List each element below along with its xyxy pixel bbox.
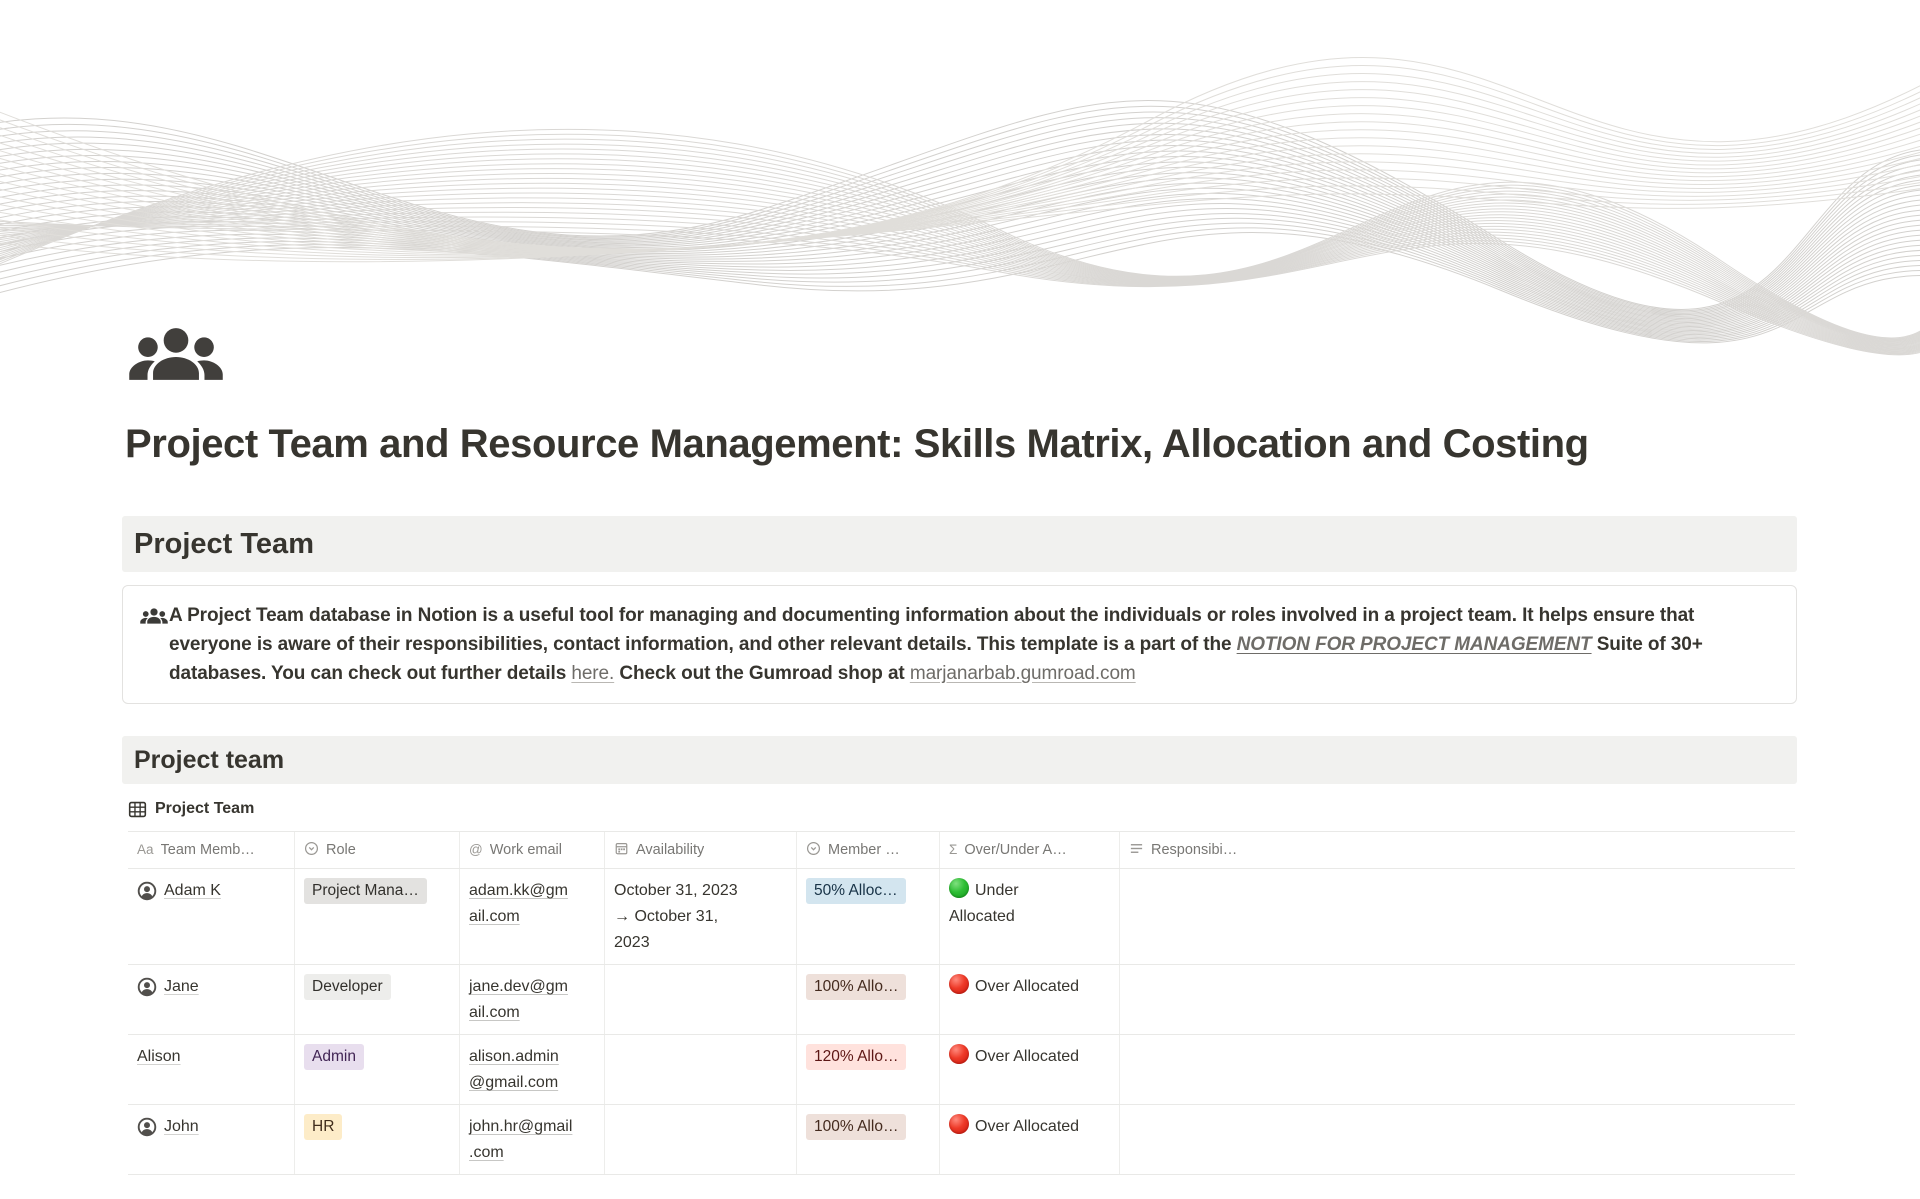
status-label: Over Allocated xyxy=(975,978,1079,995)
cell-availability[interactable] xyxy=(605,1035,797,1104)
person-icon xyxy=(137,977,157,997)
cell-allocation[interactable]: 120% Allo… xyxy=(797,1035,940,1104)
cell-email[interactable]: alison.admin @gmail.com xyxy=(460,1035,605,1104)
table-row: Jane Developer jane.dev@gm ail.com 100% All… xyxy=(128,965,1795,1035)
cell-email[interactable]: john.hr@gmail .com xyxy=(460,1105,605,1174)
cell-responsibilities[interactable] xyxy=(1120,965,1795,1034)
cell-status[interactable]: Over Allocated xyxy=(940,1105,1120,1174)
cell-status[interactable]: Over Allocated xyxy=(940,1035,1120,1104)
callout-text-3: Check out the Gumroad shop at xyxy=(614,663,910,684)
status-label: Over Allocated xyxy=(975,1048,1079,1065)
cell-member[interactable]: Jane xyxy=(128,965,295,1034)
column-header-status[interactable]: Σ Over/Under A… xyxy=(940,832,1120,868)
cell-member[interactable]: John xyxy=(128,1105,295,1174)
cell-responsibilities[interactable] xyxy=(1120,869,1795,964)
column-header-member[interactable]: Aa Team Memb… xyxy=(128,832,295,868)
table-icon xyxy=(128,800,147,819)
cell-availability[interactable]: October 31, 2023 → October 31, 2023 xyxy=(605,869,797,964)
member-name: Jane xyxy=(164,974,199,1000)
cell-role[interactable]: Project Mana… xyxy=(295,869,460,964)
column-label: Over/Under A… xyxy=(964,842,1066,858)
member-name: John xyxy=(164,1114,199,1140)
cell-allocation[interactable]: 50% Alloc… xyxy=(797,869,940,964)
cell-member[interactable]: Alison xyxy=(128,1035,295,1104)
green-circle-icon xyxy=(949,878,969,898)
red-circle-icon xyxy=(949,1114,969,1134)
cell-role[interactable]: Developer xyxy=(295,965,460,1034)
column-header-role[interactable]: Role xyxy=(295,832,460,868)
email-link[interactable]: adam.kk@gm ail.com xyxy=(469,882,568,925)
column-label: Role xyxy=(326,842,356,858)
role-tag: Developer xyxy=(304,974,391,1000)
role-tag: Project Mana… xyxy=(304,878,427,904)
email-link[interactable]: john.hr@gmail .com xyxy=(469,1118,572,1161)
table-body: Adam K Project Mana… adam.kk@gm ail.com Oct… xyxy=(128,869,1795,1175)
red-circle-icon xyxy=(949,1044,969,1064)
person-icon xyxy=(137,881,157,901)
cell-responsibilities[interactable] xyxy=(1120,1105,1795,1174)
email-icon: @ xyxy=(469,842,483,858)
database-view-title[interactable]: Project Team xyxy=(122,794,1797,824)
table-header-row: Aa Team Memb… Role @ Work email Availability M… xyxy=(128,831,1795,869)
role-tag: Admin xyxy=(304,1044,364,1070)
allocation-tag: 50% Alloc… xyxy=(806,878,906,904)
member-name: Alison xyxy=(137,1044,181,1070)
people-group-icon[interactable] xyxy=(125,320,227,388)
member-name: Adam K xyxy=(164,878,221,904)
column-header-allocation[interactable]: Member … xyxy=(797,832,940,868)
cell-responsibilities[interactable] xyxy=(1120,1035,1795,1104)
availability-dates: October 31, 2023 → October 31, 2023 xyxy=(614,882,738,951)
select-icon xyxy=(304,841,319,860)
wave-pattern xyxy=(0,0,1920,362)
email-link[interactable]: alison.admin @gmail.com xyxy=(469,1048,559,1091)
section-heading-project-team-lower[interactable]: Project team xyxy=(122,736,1797,784)
table-row: Alison Admin alison.admin @gmail.com 120% A… xyxy=(128,1035,1795,1105)
table-row: Adam K Project Mana… adam.kk@gm ail.com Oct… xyxy=(128,869,1795,965)
link-notion-for-project-management[interactable]: NOTION FOR PROJECT MANAGEMENT xyxy=(1237,634,1592,655)
person-icon xyxy=(137,1117,157,1137)
formula-icon: Σ xyxy=(949,842,957,858)
database-view-title-label: Project Team xyxy=(155,800,254,818)
cell-availability[interactable] xyxy=(605,1105,797,1174)
red-circle-icon xyxy=(949,974,969,994)
select-icon xyxy=(806,841,821,860)
link-here[interactable]: here. xyxy=(571,663,614,684)
cover-image xyxy=(0,0,1920,362)
role-tag: HR xyxy=(304,1114,342,1140)
email-link[interactable]: jane.dev@gm ail.com xyxy=(469,978,568,1021)
allocation-tag: 100% Allo… xyxy=(806,974,906,1000)
allocation-tag: 120% Allo… xyxy=(806,1044,906,1070)
column-header-responsibilities[interactable]: Responsibi… xyxy=(1120,832,1795,868)
cell-role[interactable]: HR xyxy=(295,1105,460,1174)
cell-member[interactable]: Adam K xyxy=(128,869,295,964)
people-icon xyxy=(139,604,169,628)
text-icon xyxy=(1129,841,1144,860)
status-label: Over Allocated xyxy=(975,1118,1079,1135)
cell-status[interactable]: Over Allocated xyxy=(940,965,1120,1034)
allocation-tag: 100% Allo… xyxy=(806,1114,906,1140)
column-header-availability[interactable]: Availability xyxy=(605,832,797,868)
column-label: Responsibi… xyxy=(1151,842,1237,858)
cell-role[interactable]: Admin xyxy=(295,1035,460,1104)
title-icon: Aa xyxy=(137,842,154,858)
cell-availability[interactable] xyxy=(605,965,797,1034)
cell-email[interactable]: jane.dev@gm ail.com xyxy=(460,965,605,1034)
section-heading-project-team[interactable]: Project Team xyxy=(122,516,1797,572)
cell-email[interactable]: adam.kk@gm ail.com xyxy=(460,869,605,964)
callout-text[interactable]: A Project Team database in Notion is a u… xyxy=(169,601,1754,688)
date-icon xyxy=(614,841,629,860)
column-header-email[interactable]: @ Work email xyxy=(460,832,605,868)
link-gumroad[interactable]: marjanarbab.gumroad.com xyxy=(910,663,1136,684)
cell-allocation[interactable]: 100% Allo… xyxy=(797,1105,940,1174)
cell-status[interactable]: Under Allocated xyxy=(940,869,1120,964)
cell-allocation[interactable]: 100% Allo… xyxy=(797,965,940,1034)
column-label: Member … xyxy=(828,842,900,858)
table-row: John HR john.hr@gmail .com 100% Allo… Over A… xyxy=(128,1105,1795,1175)
project-team-table: Aa Team Memb… Role @ Work email Availability M… xyxy=(128,831,1795,1175)
callout: A Project Team database in Notion is a u… xyxy=(122,585,1797,704)
column-label: Availability xyxy=(636,842,704,858)
column-label: Work email xyxy=(490,842,562,858)
page-title[interactable]: Project Team and Resource Management: Sk… xyxy=(122,420,1797,468)
column-label: Team Memb… xyxy=(161,842,255,858)
